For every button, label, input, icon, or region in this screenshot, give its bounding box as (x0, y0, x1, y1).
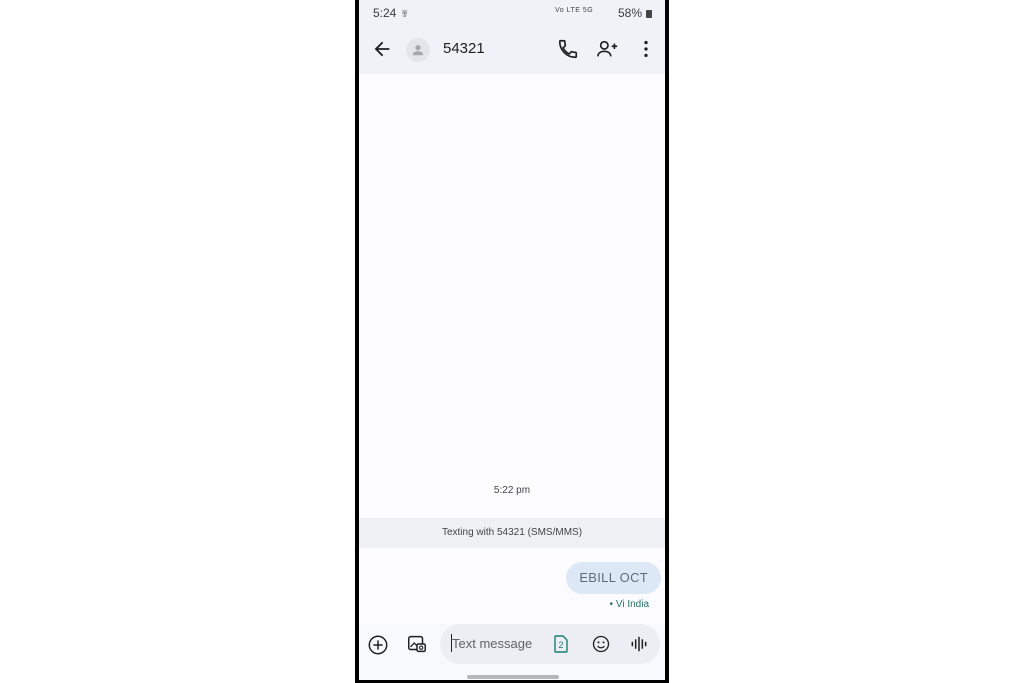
message-timestamp: 5:22 pm (493, 485, 531, 496)
carrier-indicator: कु (402, 10, 408, 17)
composer-bar: Text message 2 (359, 624, 665, 680)
sim-icon[interactable]: 2 (554, 635, 568, 653)
phone-frame: 5:24 कु Vo LTE 5G 58% 54321 5:22 pm Text… (355, 0, 669, 683)
emoji-icon[interactable] (591, 634, 611, 654)
back-arrow-icon[interactable] (371, 38, 393, 60)
voice-icon[interactable] (629, 634, 649, 654)
battery-icon (646, 10, 652, 18)
app-bar: 54321 (359, 24, 665, 74)
avatar[interactable] (406, 38, 430, 62)
text-message-input[interactable]: Text message 2 (440, 624, 660, 664)
screen: 5:24 कु Vo LTE 5G 58% 54321 5:22 pm Text… (359, 0, 665, 680)
status-time: 5:24 (373, 6, 397, 20)
outgoing-message-bubble[interactable]: EBILL OCT (566, 562, 661, 594)
text-message-placeholder: Text message (452, 636, 533, 651)
network-indicator: Vo LTE 5G (555, 7, 594, 14)
conversation-area[interactable]: 5:22 pm Texting with 54321 (SMS/MMS) EBI… (359, 74, 665, 624)
phone-icon[interactable] (557, 38, 579, 60)
status-bar: 5:24 कु Vo LTE 5G 58% (359, 0, 665, 24)
message-via-label: • Vi India (609, 599, 649, 610)
texting-banner: Texting with 54321 (SMS/MMS) (359, 518, 665, 548)
home-indicator[interactable] (467, 675, 559, 679)
add-circle-icon[interactable] (367, 634, 389, 656)
battery-level: 58% (618, 6, 643, 20)
sim-badge: 2 (558, 640, 563, 650)
avatar-icon (412, 45, 424, 56)
more-vert-icon[interactable] (638, 38, 654, 60)
conversation-title: 54321 (443, 40, 485, 57)
gallery-icon[interactable] (406, 633, 428, 655)
add-person-icon[interactable] (596, 38, 620, 60)
